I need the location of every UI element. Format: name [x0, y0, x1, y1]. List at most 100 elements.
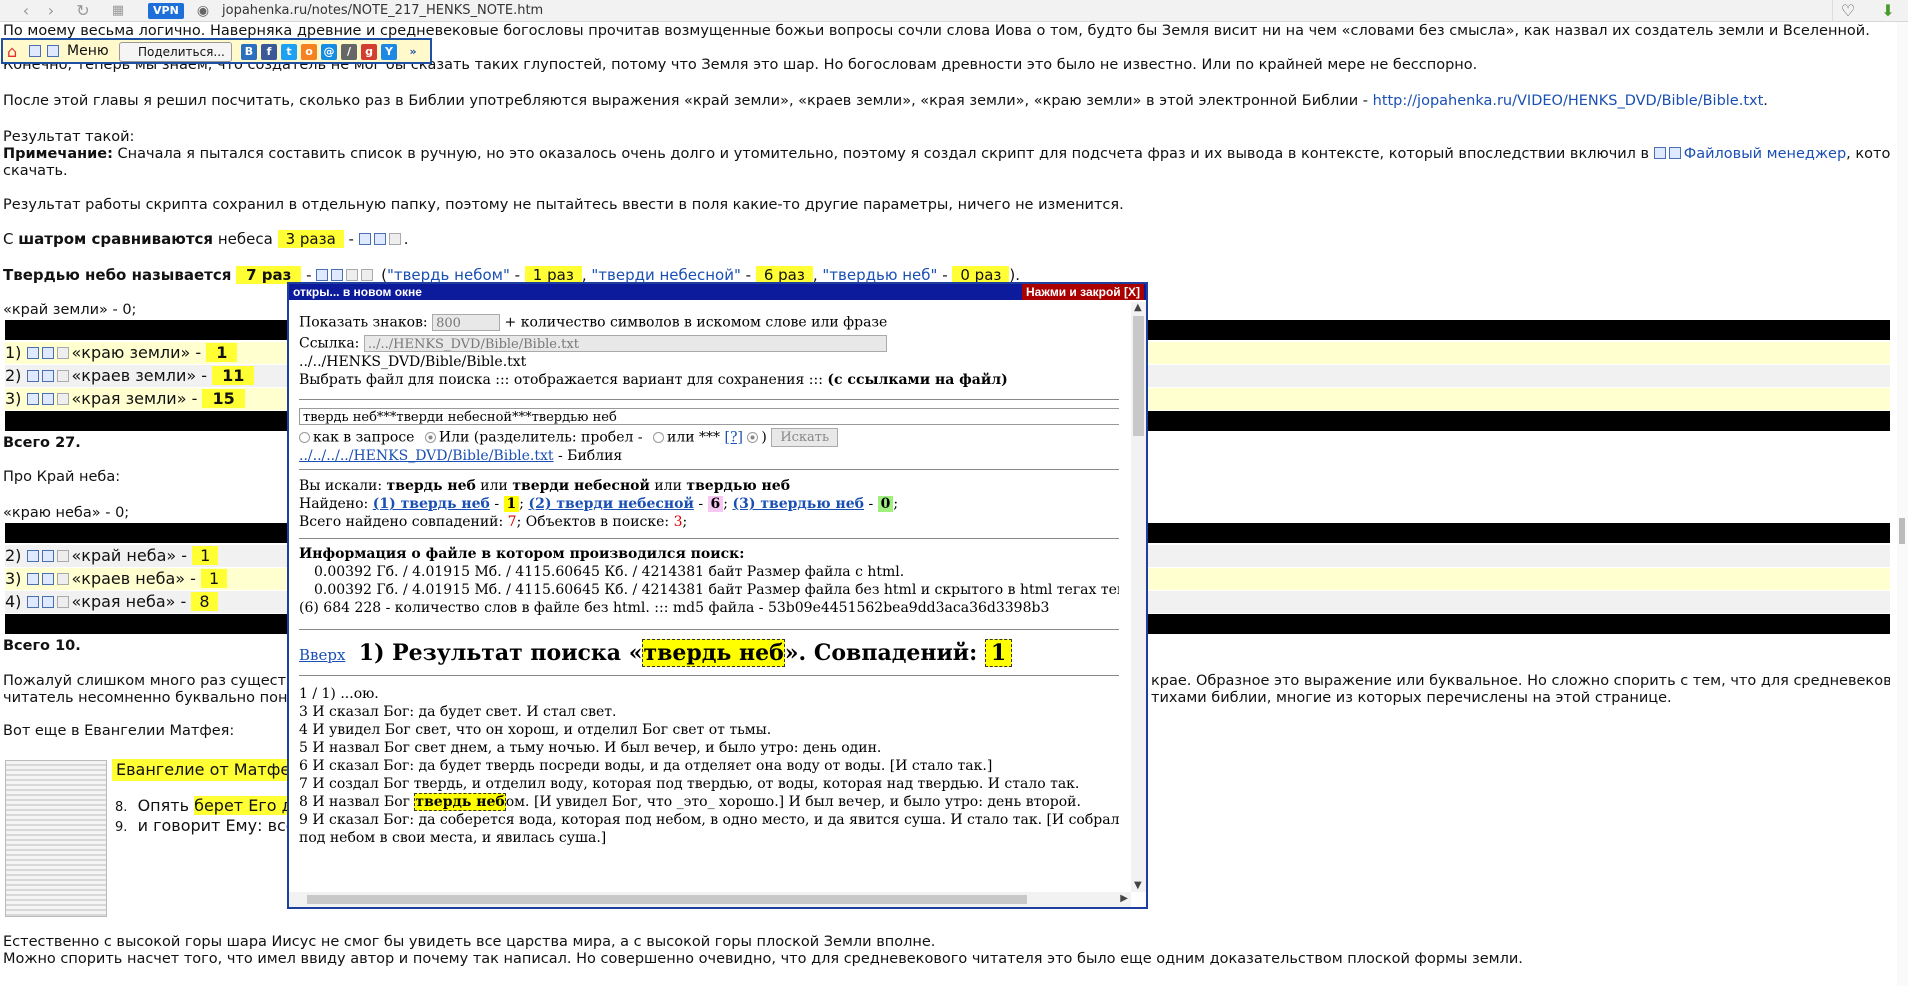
paragraph: Вот еще в Евангелии Матфея:: [3, 723, 235, 739]
doc-icon[interactable]: [56, 347, 69, 359]
chars-input[interactable]: 800: [432, 314, 501, 331]
scroll-down-icon[interactable]: ▼: [1134, 880, 1142, 892]
doc-icon[interactable]: [56, 573, 69, 585]
scroll-thumb[interactable]: [307, 895, 1027, 904]
vpn-badge[interactable]: VPN: [148, 3, 184, 19]
bookmark-icon[interactable]: Y: [381, 44, 397, 60]
page-scrollbar[interactable]: [1897, 22, 1908, 986]
page-scroll-thumb[interactable]: [1899, 518, 1905, 544]
link-icon[interactable]: [26, 573, 39, 585]
mailru-icon[interactable]: @: [321, 44, 337, 60]
facebook-icon[interactable]: f: [261, 44, 277, 60]
radio-or[interactable]: [424, 431, 436, 443]
text: «край земли» - 0;: [3, 302, 137, 318]
globe-icon[interactable]: ◉: [193, 1, 213, 21]
doc-icon[interactable]: [361, 269, 374, 281]
text: После этой главы я решил посчитать, скол…: [3, 93, 1373, 109]
bookmark-heart-icon[interactable]: ♡: [1832, 0, 1863, 22]
search-button[interactable]: Искать: [771, 428, 839, 447]
doc-icon[interactable]: [346, 269, 359, 281]
address-bar[interactable]: jopahenka.ru/notes/NOTE_217_HENKS_NOTE.h…: [222, 3, 543, 19]
label: ; Объектов в поиске:: [516, 514, 674, 530]
result-link-1[interactable]: (1) твердь неб: [373, 496, 490, 512]
link-input[interactable]: ../../HENKS_DVD/Bible/Bible.txt: [363, 335, 887, 352]
text: «краев неба» -: [71, 569, 196, 588]
path-text: ../../HENKS_DVD/Bible/Bible.txt: [299, 354, 527, 370]
doc-icon[interactable]: [56, 370, 69, 382]
window-icon[interactable]: [373, 233, 386, 245]
scroll-thumb[interactable]: [1133, 316, 1144, 436]
link-icon[interactable]: [26, 596, 39, 608]
doc-icon[interactable]: [56, 393, 69, 405]
vk-icon[interactable]: B: [241, 44, 257, 60]
back-icon[interactable]: ‹: [15, 0, 37, 22]
share-button[interactable]: Поделиться...: [119, 42, 232, 62]
label: или: [475, 478, 513, 494]
highlight: твердь неб: [642, 639, 785, 667]
close-popup-button[interactable]: Нажми и закрой [X]: [1022, 284, 1144, 300]
link-icon[interactable]: [1653, 147, 1666, 159]
text: ом. [И увидел Бог, что _это_ хорошо.] И …: [505, 794, 1081, 810]
link-icon[interactable]: [26, 370, 39, 382]
link-icon[interactable]: [26, 347, 39, 359]
link-icon[interactable]: [26, 550, 39, 562]
popup-content: Показать знаков: 800 + количество символ…: [299, 306, 1119, 884]
text: небеса: [213, 230, 278, 248]
link-icon[interactable]: [26, 393, 39, 405]
open-new-window-link[interactable]: откры... в новом окне: [293, 284, 422, 300]
scroll-right-icon[interactable]: ▶: [1120, 893, 1128, 905]
paragraph: Пожалуй слишком много раз существо: [3, 673, 304, 689]
menu-button[interactable]: Меню: [67, 43, 109, 59]
bible-page-image[interactable]: [5, 760, 107, 917]
file-link[interactable]: ../../../../HENKS_DVD/Bible/Bible.txt: [299, 448, 554, 464]
window-icon[interactable]: [41, 573, 54, 585]
window-icon[interactable]: [1668, 147, 1681, 159]
doc-icon[interactable]: [56, 596, 69, 608]
window-icon[interactable]: [41, 596, 54, 608]
radio-as-query[interactable]: [299, 431, 310, 443]
bible-txt-link[interactable]: http://jopahenka.ru/VIDEO/HENKS_DVD/Bibl…: [1373, 93, 1764, 109]
expand-icon[interactable]: »: [405, 44, 421, 60]
googleplus-icon[interactable]: g: [361, 44, 377, 60]
window-icon[interactable]: [47, 45, 59, 57]
reload-icon[interactable]: ↻: [72, 0, 94, 22]
paragraph: тихами библии, многие из которых перечис…: [1151, 690, 1672, 706]
help-link[interactable]: [?]: [725, 430, 743, 446]
paragraph: крае. Образное это выражение или букваль…: [1151, 673, 1890, 689]
paragraph: Результат работы скрипта сохранил в отде…: [3, 197, 1124, 213]
home-icon[interactable]: ⌂: [7, 42, 17, 61]
window-icon[interactable]: [331, 269, 344, 281]
twitter-icon[interactable]: t: [281, 44, 297, 60]
query-input[interactable]: твердь неб***тверди небесной***твердью н…: [299, 408, 1119, 425]
link-icon[interactable]: [29, 45, 41, 57]
window-icon[interactable]: [41, 550, 54, 562]
radio-stars[interactable]: [653, 431, 665, 443]
result-label: Результат такой:: [3, 129, 135, 145]
odnoklassniki-icon[interactable]: o: [301, 44, 317, 60]
file-manager-link[interactable]: Файловый менеджер: [1684, 146, 1846, 162]
doc-icon[interactable]: [56, 550, 69, 562]
link-icon[interactable]: [358, 233, 371, 245]
result-link-3[interactable]: (3) твердью неб: [732, 496, 864, 512]
verse-line: 9 И сказал Бог: да соберется вода, котор…: [299, 812, 1119, 828]
link-row: Ссылка: ../../HENKS_DVD/Bible/Bible.txt: [299, 335, 887, 353]
popup-vertical-scrollbar[interactable]: ▲ ▼: [1131, 302, 1146, 892]
popup-horizontal-scrollbar[interactable]: ▶: [289, 892, 1131, 907]
attach-icon[interactable]: /: [341, 44, 357, 60]
radio-selected[interactable]: [747, 431, 759, 443]
link-icon[interactable]: [316, 269, 329, 281]
result-link-2[interactable]: (2) тверди небесной: [528, 496, 693, 512]
forward-icon[interactable]: ›: [40, 0, 62, 22]
window-icon[interactable]: [41, 393, 54, 405]
search-popup: откры... в новом окне Нажми и закрой [X]…: [287, 282, 1148, 909]
download-icon[interactable]: ⬇: [1876, 0, 1900, 22]
up-link[interactable]: Вверх: [299, 646, 345, 664]
text: 2): [5, 366, 22, 385]
apps-grid-icon[interactable]: ▦: [107, 0, 129, 22]
window-icon[interactable]: [41, 370, 54, 382]
window-icon[interactable]: [41, 347, 54, 359]
doc-icon[interactable]: [388, 233, 401, 245]
popup-titlebar[interactable]: откры... в новом окне Нажми и закрой [X]: [289, 284, 1146, 300]
scroll-up-icon[interactable]: ▲: [1134, 302, 1142, 314]
text: 8 И назвал Бог: [299, 794, 415, 810]
